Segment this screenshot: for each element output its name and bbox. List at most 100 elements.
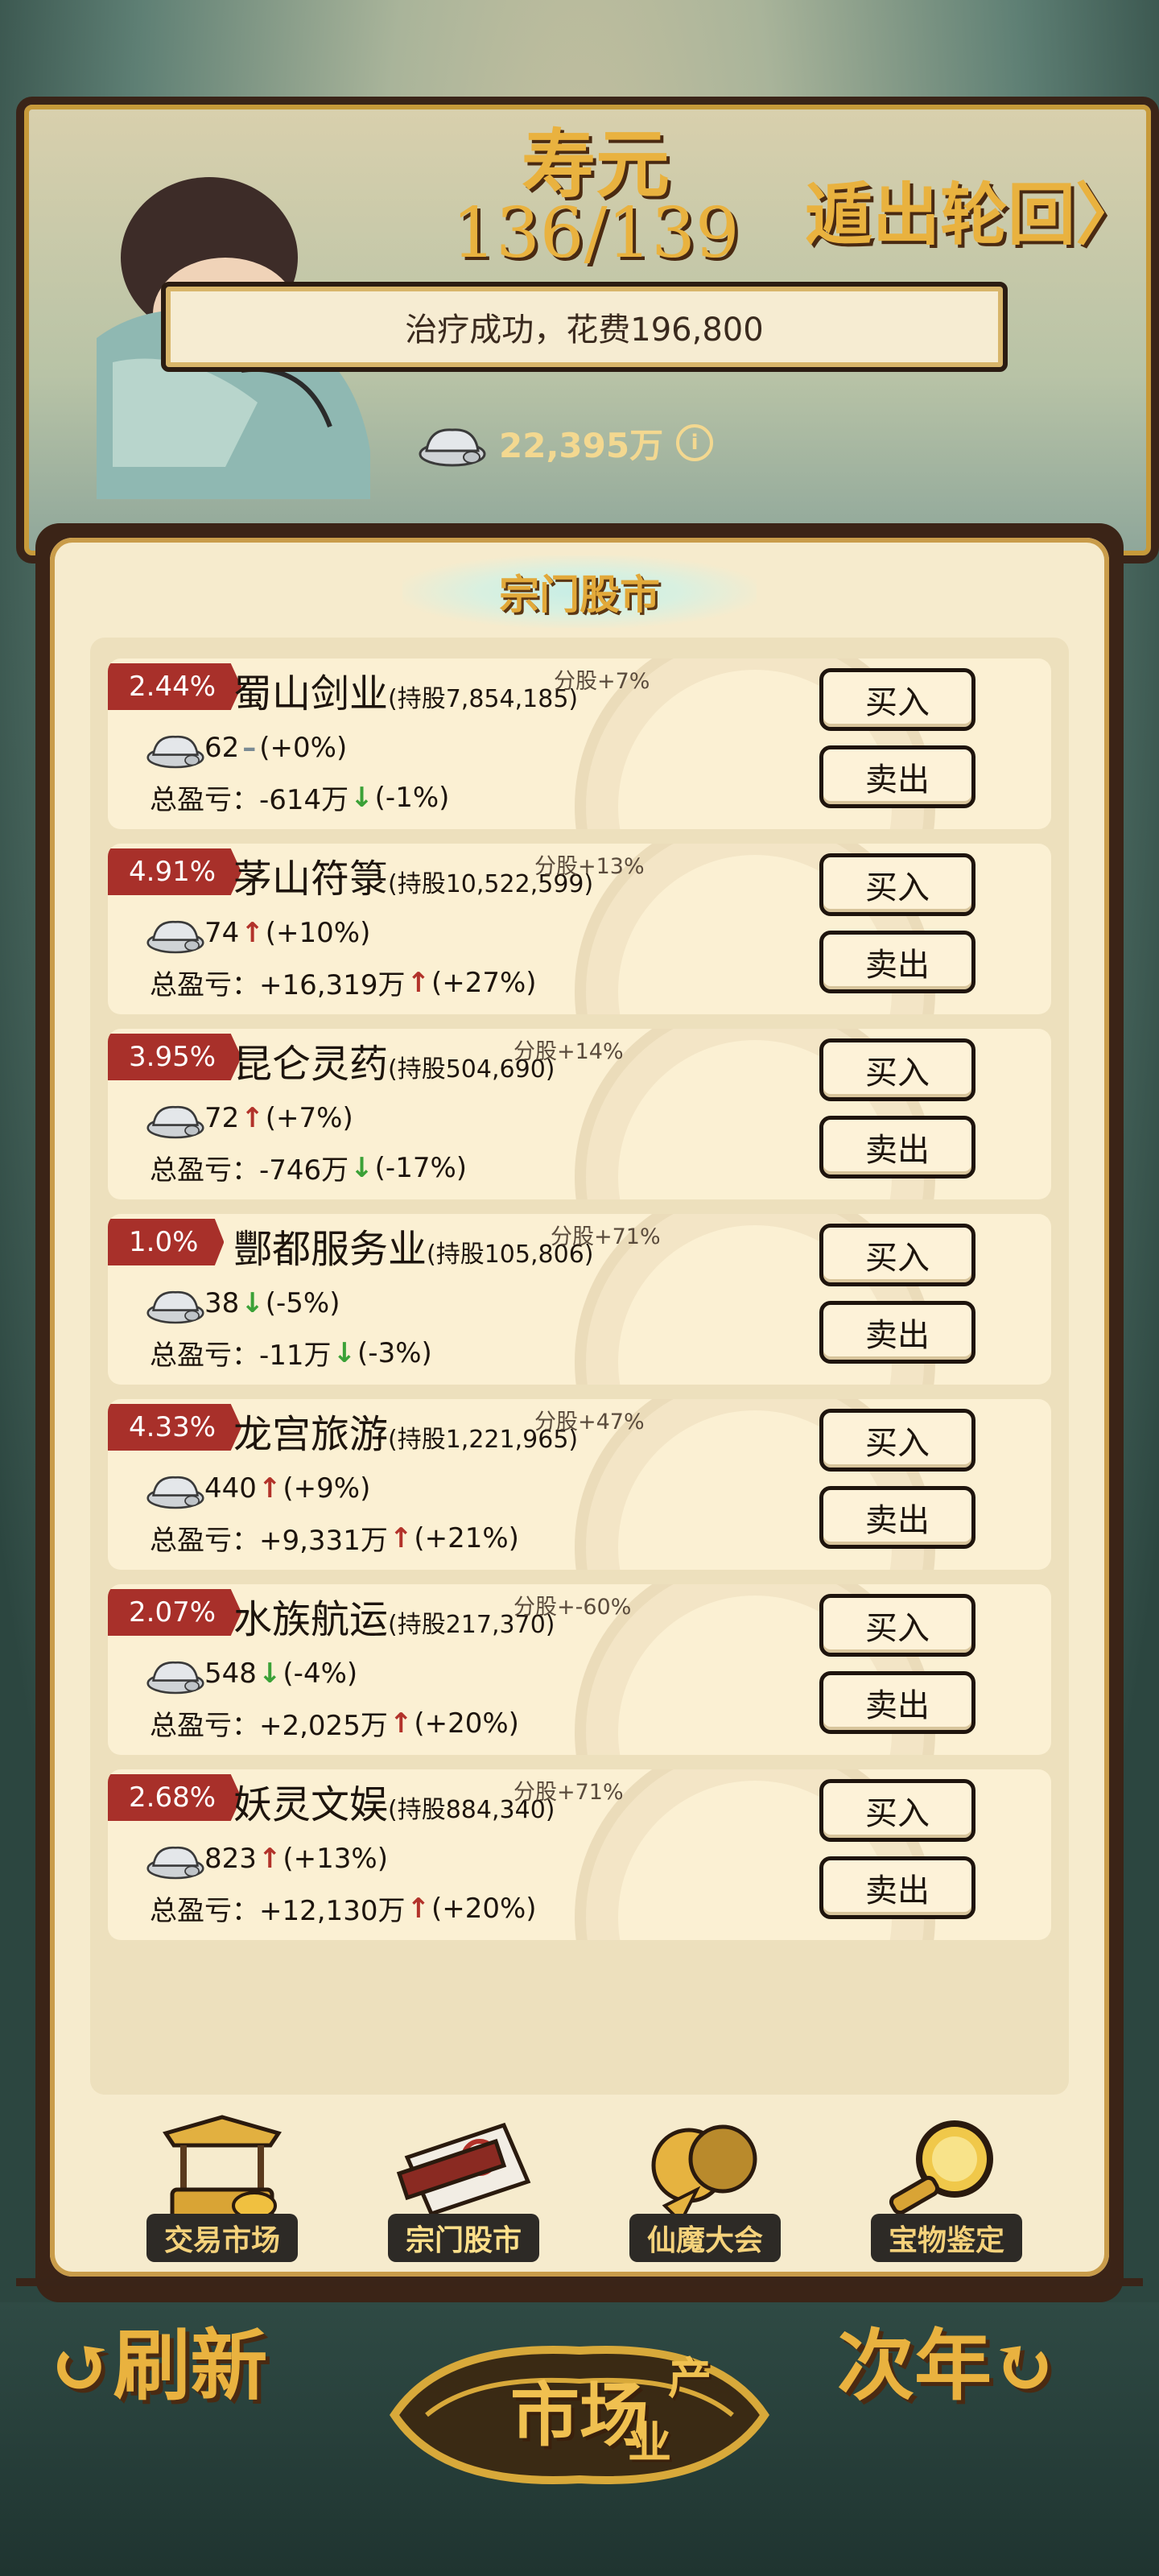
silver-ingot-icon bbox=[146, 1290, 204, 1324]
refresh-button[interactable]: ↺刷新 bbox=[48, 2302, 267, 2415]
silver-ingot-icon bbox=[419, 428, 486, 467]
buy-button[interactable]: 买入 bbox=[819, 1224, 975, 1286]
nav-label: 交易市场 bbox=[146, 2214, 298, 2262]
price-value: 38 bbox=[204, 1287, 240, 1319]
sell-button[interactable]: 卖出 bbox=[819, 745, 975, 808]
price-value: 62 bbox=[204, 732, 240, 764]
dividend-rate-badge: 2.07% bbox=[108, 1589, 242, 1636]
arrow-up-icon: ↑ bbox=[241, 1102, 264, 1134]
nav-immortal-demon-conference[interactable]: 仙魔大会 bbox=[600, 2109, 810, 2270]
pnl-label: 总盈亏： bbox=[150, 1710, 259, 1742]
dividend-text: 分股+14% bbox=[514, 1039, 624, 1064]
stock-name: 妖灵文娱(持股884,340) bbox=[233, 1773, 555, 1829]
sell-button[interactable]: 卖出 bbox=[819, 1671, 975, 1734]
pnl-row: 总盈亏： +16,319万 ↑ (+27%) bbox=[150, 963, 537, 1002]
buy-button[interactable]: 买入 bbox=[819, 1779, 975, 1842]
price-change: (+9%) bbox=[283, 1472, 371, 1505]
rate-text: 4.91% bbox=[129, 856, 217, 888]
rate-text: 4.33% bbox=[129, 1411, 217, 1443]
buy-button[interactable]: 买入 bbox=[819, 668, 975, 731]
buy-button[interactable]: 买入 bbox=[819, 1594, 975, 1657]
dividend-rate-badge: 4.91% bbox=[108, 848, 242, 895]
price-value: 72 bbox=[204, 1102, 240, 1134]
rate-text: 2.07% bbox=[129, 1596, 217, 1629]
arrow-up-icon: ↑ bbox=[241, 917, 264, 949]
price-row: 548 ↓ (-4%) bbox=[146, 1645, 357, 1702]
scroll-icon bbox=[396, 2122, 531, 2217]
stock-card: 1.0% 酆都服务业(持股105,806) 分股+71% 38 ↓ (-5%) 总盈亏： -1… bbox=[108, 1214, 1051, 1385]
silver-ingot-icon bbox=[146, 1476, 204, 1509]
sell-button[interactable]: 卖出 bbox=[819, 1116, 975, 1179]
pnl-value: +2,025万 bbox=[259, 1710, 388, 1742]
sell-button[interactable]: 卖出 bbox=[819, 1301, 975, 1364]
arrow-down-icon: ↓ bbox=[258, 1657, 282, 1690]
price-change: (-4%) bbox=[283, 1657, 358, 1690]
nav-treasure-appraisal[interactable]: 宝物鉴定 bbox=[842, 2109, 1051, 2270]
lifespan-value: 136/139 bbox=[452, 193, 740, 274]
mask-icon bbox=[651, 2124, 757, 2225]
silver-ingot-icon bbox=[146, 1846, 204, 1880]
price-row: 74 ↑ (+10%) bbox=[146, 905, 370, 961]
stock-card: 2.68% 妖灵文娱(持股884,340) 分股+71% 823 ↑ (+13%) 总盈亏：… bbox=[108, 1769, 1051, 1940]
stock-name: 蜀山剑业(持股7,854,185) bbox=[233, 662, 578, 718]
buy-button[interactable]: 买入 bbox=[819, 853, 975, 916]
pnl-label: 总盈亏： bbox=[150, 1154, 259, 1187]
pnl-value: +9,331万 bbox=[259, 1525, 388, 1557]
exit-reincarnation-button[interactable]: 遁出轮回〉 bbox=[805, 161, 1143, 258]
pnl-percent: (+20%) bbox=[431, 1892, 537, 1925]
dividend-rate-badge: 3.95% bbox=[108, 1034, 242, 1080]
sell-button[interactable]: 卖出 bbox=[819, 931, 975, 993]
arrow-down-icon: ↓ bbox=[241, 1287, 264, 1319]
dividend-text: 分股+71% bbox=[551, 1224, 661, 1249]
info-icon[interactable]: i bbox=[676, 424, 714, 461]
sell-button[interactable]: 卖出 bbox=[819, 1486, 975, 1549]
sell-button[interactable]: 卖出 bbox=[819, 1856, 975, 1919]
pnl-percent: (+27%) bbox=[431, 966, 537, 999]
stock-name: 水族航运(持股217,370) bbox=[233, 1587, 555, 1644]
silver-ingot-icon bbox=[146, 1661, 204, 1695]
silver-ingot-icon bbox=[146, 735, 204, 769]
price-row: 62– (+0%) bbox=[146, 720, 347, 776]
dividend-text: 分股+71% bbox=[514, 1780, 624, 1805]
buy-button[interactable]: 买入 bbox=[819, 1409, 975, 1472]
stock-card: 4.33% 龙宫旅游(持股1,221,965) 分股+47% 440 ↑ (+9%) 总盈亏… bbox=[108, 1399, 1051, 1570]
dividend-rate-badge: 2.44% bbox=[108, 663, 242, 710]
nav-stock-market[interactable]: 宗门股市 bbox=[359, 2109, 568, 2270]
dividend-rate-badge: 1.0% bbox=[108, 1219, 225, 1265]
silver-ingot-icon bbox=[146, 920, 204, 954]
nav-trade-market[interactable]: 交易市场 bbox=[118, 2109, 327, 2270]
stock-name: 龙宫旅游(持股1,221,965) bbox=[233, 1402, 578, 1459]
emblem-sub-1: 产 bbox=[668, 2352, 711, 2404]
price-row: 38 ↓ (-5%) bbox=[146, 1275, 340, 1331]
next-year-button[interactable]: 次年↻ bbox=[837, 2302, 1056, 2415]
rate-text: 1.0% bbox=[129, 1226, 199, 1258]
stock-name: 酆都服务业(持股105,806) bbox=[233, 1217, 593, 1274]
rate-text: 2.68% bbox=[129, 1781, 217, 1814]
pnl-percent: (-17%) bbox=[374, 1151, 468, 1184]
pnl-percent: (-3%) bbox=[357, 1336, 432, 1369]
stock-card: 3.95% 昆仑灵药(持股504,690) 分股+14% 72 ↑ (+7%) 总盈亏： -7… bbox=[108, 1029, 1051, 1199]
pnl-value: +12,130万 bbox=[259, 1895, 406, 1927]
dividend-text: 分股+7% bbox=[554, 669, 650, 694]
nav-label: 宝物鉴定 bbox=[870, 2214, 1022, 2262]
pnl-percent: (+20%) bbox=[414, 1707, 519, 1740]
buy-button[interactable]: 买入 bbox=[819, 1038, 975, 1101]
arrow-down-icon: ↓ bbox=[332, 1336, 357, 1369]
pnl-value: -614万 bbox=[259, 784, 349, 816]
pnl-row: 总盈亏： -11万 ↓ (-3%) bbox=[150, 1333, 432, 1373]
pnl-percent: (-1%) bbox=[374, 781, 450, 814]
pnl-value: -11万 bbox=[259, 1340, 332, 1372]
pnl-row: 总盈亏： -746万 ↓ (-17%) bbox=[150, 1148, 467, 1187]
price-value: 823 bbox=[204, 1843, 257, 1875]
money-display: 22,395万 i bbox=[419, 411, 714, 475]
arrow-up-icon: ↑ bbox=[258, 1843, 282, 1875]
arrow-up-icon: ↑ bbox=[389, 1521, 413, 1554]
stock-card: 2.07% 水族航运(持股217,370) 分股+-60% 548 ↓ (-4%) 总盈亏：… bbox=[108, 1584, 1051, 1755]
stock-card: 4.91% 茅山符箓(持股10,522,599) 分股+13% 74 ↑ (+10%) 总盈… bbox=[108, 844, 1051, 1014]
price-row: 440 ↑ (+9%) bbox=[146, 1460, 370, 1517]
stock-name-text: 龙宫旅游 bbox=[233, 1412, 389, 1457]
pnl-row: 总盈亏： +12,130万 ↑ (+20%) bbox=[150, 1889, 537, 1928]
price-value: 74 bbox=[204, 917, 240, 949]
dividend-rate-badge: 2.68% bbox=[108, 1774, 242, 1821]
money-value: 22,395万 bbox=[499, 425, 664, 465]
